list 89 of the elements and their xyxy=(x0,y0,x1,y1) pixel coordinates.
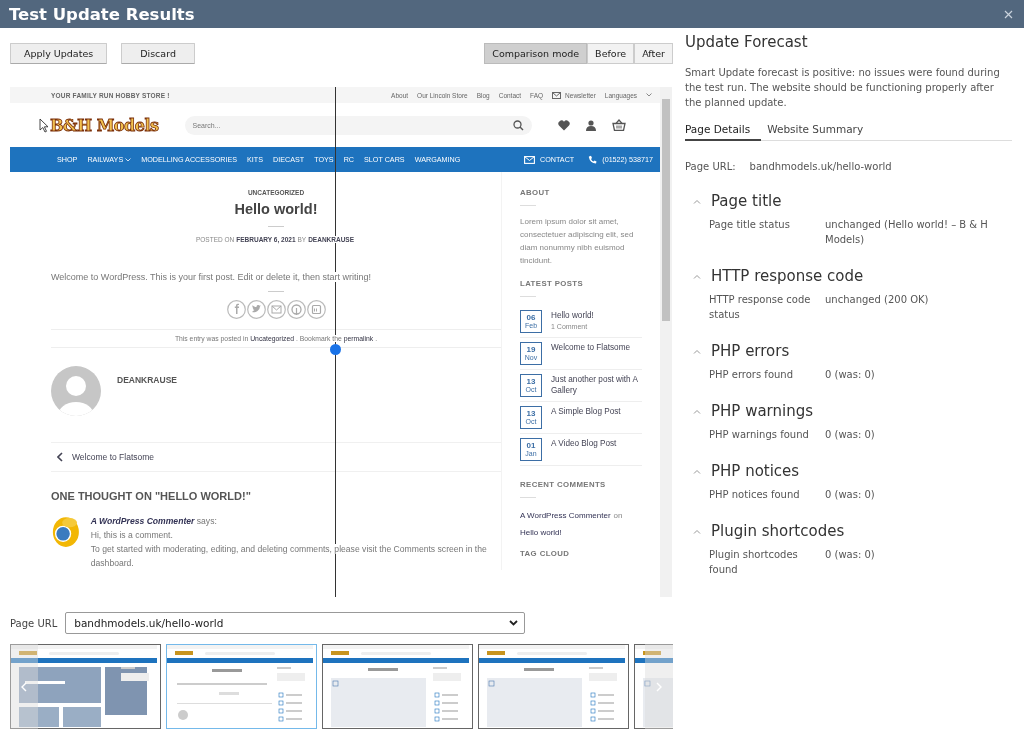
view-mode-tab[interactable]: After xyxy=(634,43,673,64)
result-value: 0 (was: 0) xyxy=(825,428,876,442)
search-icon xyxy=(512,119,524,131)
says-text: says: xyxy=(196,516,217,526)
section-toggle[interactable]: PHP errors xyxy=(685,338,790,364)
view-mode-tab[interactable]: Comparison mode xyxy=(484,43,588,64)
details-tab[interactable]: Website Summary xyxy=(767,123,875,141)
badge-day: 13 xyxy=(526,409,536,418)
heart-icon[interactable] xyxy=(557,119,570,131)
details-tab[interactable]: Page Details xyxy=(685,123,762,141)
result-value: unchanged (200 OK) xyxy=(825,293,930,307)
result-value: unchanged (Hello world! – B & H Models) xyxy=(825,218,989,247)
share-icon[interactable] xyxy=(226,300,246,319)
chevron-up-icon xyxy=(693,273,701,279)
section-toggle[interactable]: Plugin shortcodes xyxy=(685,518,845,544)
result-value: 0 (was: 0) xyxy=(825,548,876,562)
page-url-dropdown[interactable]: bandhmodels.uk/hello-world xyxy=(65,612,525,634)
post-title: Hello world! xyxy=(233,201,319,217)
result-value: 0 (was: 0) xyxy=(825,488,876,502)
comment-text: Hi, this is a comment. xyxy=(90,529,174,542)
chevron-down-icon xyxy=(509,620,518,626)
envelope-icon xyxy=(524,155,536,164)
chevron-right-icon xyxy=(656,681,662,692)
avatar-icon xyxy=(51,366,101,416)
badge-day: 19 xyxy=(526,345,536,354)
view-mode-tab[interactable]: Before xyxy=(587,43,635,64)
page-thumbnail[interactable] xyxy=(166,644,317,729)
next-button[interactable] xyxy=(645,644,673,729)
badge-day: 13 xyxy=(526,377,536,386)
about-text: Lorem ipsum dolor sit amet, consectetuer adipiscing elit, sed diam nonummy nibh euismod tincidunt. xyxy=(520,216,635,267)
chevron-down-icon xyxy=(125,158,132,163)
badge-day: 06 xyxy=(526,313,536,322)
result-label: Plugin shortcodes found xyxy=(709,548,799,577)
basket-icon[interactable] xyxy=(611,119,626,131)
chevron-up-icon xyxy=(693,198,701,204)
section-toggle[interactable]: Page title xyxy=(685,188,782,214)
author-name[interactable]: DEANKRAUSE xyxy=(117,375,177,385)
page-thumbnail[interactable] xyxy=(478,644,629,729)
chevron-down-icon xyxy=(646,93,652,97)
latest-post-link[interactable]: A Video Blog Post xyxy=(551,438,617,449)
chevron-left-icon xyxy=(21,681,27,692)
share-icon[interactable] xyxy=(306,300,326,319)
section-toggle[interactable]: PHP notices xyxy=(685,458,800,484)
chevron-up-icon xyxy=(693,408,701,414)
scrollbar-thumb[interactable] xyxy=(662,99,670,321)
action-button[interactable]: Apply Updates xyxy=(10,43,108,64)
envelope-icon xyxy=(552,91,562,99)
page-url-value: bandhmodels.uk/hello-world xyxy=(749,161,892,172)
scrollbar[interactable] xyxy=(660,87,672,597)
latest-post-link[interactable]: Just another post with A Gallery xyxy=(551,374,642,396)
comparison-divider[interactable] xyxy=(335,87,336,597)
result-label: PHP notices found xyxy=(709,488,801,502)
result-label: PHP errors found xyxy=(709,368,795,382)
phone-icon xyxy=(588,155,598,164)
comments-heading: ONE THOUGHT ON "HELLO WORLD!" xyxy=(51,490,252,502)
divider-handle[interactable] xyxy=(330,344,341,355)
chevron-up-icon xyxy=(693,528,701,534)
chevron-up-icon xyxy=(693,348,701,354)
page-thumbnail[interactable] xyxy=(322,644,473,729)
badge-day: 01 xyxy=(526,441,536,450)
panel-title: Update Forecast xyxy=(685,33,809,51)
section-toggle[interactable]: HTTP response code xyxy=(685,263,864,289)
recent-comment-text: on xyxy=(613,510,623,522)
latest-post-link[interactable]: A Simple Blog Post xyxy=(551,406,621,417)
action-button[interactable]: Discard xyxy=(121,43,195,64)
share-icon[interactable] xyxy=(246,300,266,319)
commenter-link[interactable]: A WordPress Commenter xyxy=(90,516,195,526)
result-value: 0 (was: 0) xyxy=(825,368,876,382)
forecast-summary: Smart Update forecast is positive: no issues were found during the test run. The website should be functioning properly after the planned update. xyxy=(685,66,1001,110)
recent-comment-link[interactable]: Hello world! xyxy=(520,524,562,541)
user-icon[interactable] xyxy=(585,119,596,131)
chevron-left-icon xyxy=(57,452,63,462)
result-label: Page title status xyxy=(709,218,791,232)
section-toggle[interactable]: PHP warnings xyxy=(685,398,814,424)
avatar-icon xyxy=(51,514,81,550)
result-label: HTTP response code status xyxy=(709,293,812,322)
page-url-label: Page URL: xyxy=(685,161,736,172)
latest-post-link[interactable]: Hello world! xyxy=(551,310,594,321)
previous-button[interactable] xyxy=(10,644,38,729)
result-label: PHP warnings found xyxy=(709,428,810,442)
mouse-pointer-icon xyxy=(39,117,49,133)
page-thumbnail[interactable] xyxy=(10,644,161,729)
window-title: Test Update Results xyxy=(9,4,195,24)
share-icon[interactable] xyxy=(286,300,306,319)
previous-post-link[interactable]: Welcome to Flatsome xyxy=(72,452,155,462)
recent-comment-link[interactable]: A WordPress Commenter xyxy=(520,507,611,524)
chevron-up-icon xyxy=(693,468,701,474)
latest-post-link[interactable]: Welcome to Flatsome xyxy=(551,342,631,353)
field-label: Page URL xyxy=(10,617,58,629)
